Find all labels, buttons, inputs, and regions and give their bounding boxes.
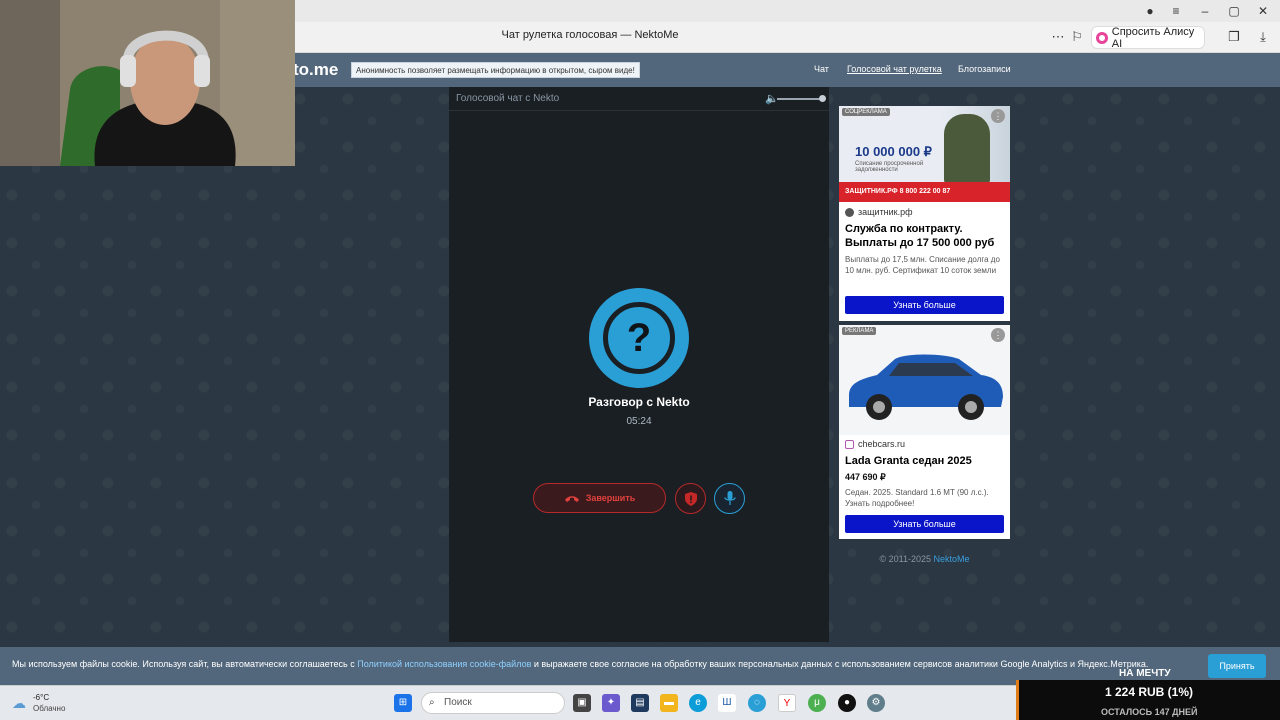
collections-icon[interactable]: ❐ bbox=[1225, 28, 1243, 46]
menu-icon[interactable]: ≡ bbox=[1167, 2, 1185, 20]
bookmark-icon[interactable]: ⚐ bbox=[1068, 28, 1086, 46]
ad-image-subtitle: Списание просроченной задолженности bbox=[855, 161, 924, 173]
report-button[interactable] bbox=[675, 483, 706, 514]
file-explorer-icon[interactable]: ▬ bbox=[660, 694, 678, 712]
taskbar-search-input[interactable]: ⌕ Поиск bbox=[421, 692, 565, 714]
microphone-icon bbox=[723, 491, 736, 505]
site-favicon-icon bbox=[845, 440, 854, 450]
obs-icon[interactable]: ● bbox=[838, 694, 856, 712]
alice-button[interactable]: Спросить Алису AI bbox=[1091, 25, 1205, 50]
voice-chat-panel: Голосовой чат с Nekto 🔈 ? Разговор с Nek… bbox=[449, 87, 829, 642]
edge-icon[interactable]: e bbox=[689, 694, 707, 712]
ad-card-lada[interactable]: РЕКЛАМА ⋮ chebcars.ru Lada Granta седан … bbox=[839, 325, 1010, 539]
close-icon[interactable]: ✕ bbox=[1254, 2, 1272, 20]
task-view-icon[interactable]: ▣ bbox=[573, 694, 591, 712]
yandex-browser-icon[interactable]: Y bbox=[778, 694, 796, 712]
microphone-button[interactable] bbox=[714, 483, 745, 514]
end-call-label: Завершить bbox=[585, 493, 636, 503]
alice-icon bbox=[1096, 31, 1108, 44]
maximize-icon[interactable]: ▢ bbox=[1225, 2, 1243, 20]
cookie-policy-link[interactable]: Политикой использования cookie-файлов bbox=[357, 659, 531, 669]
store-icon[interactable]: ▤ bbox=[631, 694, 649, 712]
more-icon[interactable]: ⋯ bbox=[1049, 28, 1067, 46]
cookie-text: Мы используем файлы cookie. Используя са… bbox=[12, 659, 1149, 669]
ad-image-footer: ЗАЩИТНИК.РФ 8 800 222 00 87 bbox=[839, 182, 1010, 202]
streamer-camera-image bbox=[0, 0, 295, 166]
site-logo[interactable]: to.me bbox=[293, 60, 338, 80]
cloud-icon[interactable]: ☁ bbox=[12, 695, 26, 712]
download-icon[interactable]: ⤓ bbox=[1254, 28, 1272, 46]
ad-domain: защитник.рф bbox=[845, 207, 913, 218]
tab-title[interactable]: Чат рулетка голосовая — NektoMe bbox=[470, 29, 710, 41]
ad-image[interactable]: СОЦРЕКЛАМА 10 000 000 ₽ Списание просроч… bbox=[839, 106, 1010, 202]
car-image bbox=[849, 354, 1003, 420]
ad-domain: chebcars.ru bbox=[845, 439, 905, 450]
weather-condition[interactable]: Облачно bbox=[33, 704, 65, 713]
end-call-button[interactable]: Завершить bbox=[533, 483, 666, 513]
volume-slider-handle[interactable] bbox=[819, 95, 826, 102]
site-favicon-icon bbox=[845, 208, 854, 218]
extension-icon[interactable]: ● bbox=[1141, 2, 1159, 20]
partner-avatar: ? bbox=[589, 288, 689, 388]
ad-tag: РЕКЛАМА bbox=[842, 327, 877, 335]
call-timer: 05:24 bbox=[626, 416, 652, 427]
panel-title: Голосовой чат с Nekto bbox=[456, 93, 560, 104]
shield-icon bbox=[684, 491, 697, 506]
ad-price: 447 690 ₽ bbox=[845, 472, 886, 482]
ad-learn-more-button[interactable]: Узнать больше bbox=[845, 296, 1004, 314]
ad-options-icon[interactable]: ⋮ bbox=[991, 328, 1005, 342]
nektome-link[interactable]: NektoMe bbox=[934, 554, 970, 564]
question-mark-icon: ? bbox=[603, 302, 675, 374]
ad-learn-more-button[interactable]: Узнать больше bbox=[845, 515, 1004, 533]
donation-goal-widget: НА МЕЧТУ 1 224 RUB (1%) ОСТАЛОСЬ 147 ДНЕ… bbox=[1016, 668, 1280, 720]
monitor-app-icon[interactable]: Ш bbox=[718, 694, 736, 712]
search-icon: ⌕ bbox=[429, 697, 435, 708]
ad-image-amount: 10 000 000 ₽ bbox=[855, 144, 932, 159]
ad-card-contract[interactable]: СОЦРЕКЛАМА 10 000 000 ₽ Списание просроч… bbox=[839, 106, 1010, 321]
ad-options-icon[interactable]: ⋮ bbox=[991, 109, 1005, 123]
teams-icon[interactable]: ✦ bbox=[602, 694, 620, 712]
chat-app-icon[interactable]: ◌ bbox=[748, 694, 766, 712]
webcam-overlay bbox=[0, 0, 295, 166]
alice-label: Спросить Алису AI bbox=[1111, 25, 1195, 50]
volume-slider[interactable] bbox=[777, 98, 823, 100]
anonymity-notice: Анонимность позволяет размещать информац… bbox=[351, 62, 640, 78]
hangup-icon bbox=[564, 495, 579, 502]
accept-cookies-button[interactable]: Принять bbox=[1208, 654, 1266, 678]
donation-goal-title: НА МЕЧТУ bbox=[1119, 668, 1171, 679]
torrent-icon[interactable]: μ bbox=[808, 694, 826, 712]
ad-headline[interactable]: Служба по контракту. Выплаты до 17 500 0… bbox=[845, 222, 1005, 250]
donation-remaining: ОСТАЛОСЬ 147 ДНЕЙ bbox=[1101, 707, 1198, 717]
windows-start-icon[interactable]: ⊞ bbox=[394, 694, 412, 712]
settings-gear-icon[interactable]: ⚙ bbox=[867, 694, 885, 712]
copyright: © 2011-2025 NektoMe bbox=[879, 554, 970, 564]
ad-body: Выплаты до 17,5 млн. Списание долга до 1… bbox=[845, 255, 1000, 275]
panel-header: Голосовой чат с Nekto 🔈 bbox=[449, 87, 829, 111]
ad-body: Седан. 2025. Standard 1.6 MT (90 л.с.). … bbox=[845, 488, 989, 508]
weather-temperature[interactable]: -6°C bbox=[33, 693, 49, 702]
ad-headline[interactable]: Lada Granta седан 2025 bbox=[845, 454, 1005, 468]
ad-tag: СОЦРЕКЛАМА bbox=[842, 108, 890, 116]
nav-voice-roulette[interactable]: Голосовой чат рулетка bbox=[847, 64, 942, 74]
ad-image[interactable]: РЕКЛАМА ⋮ bbox=[839, 325, 1010, 435]
conversation-name: Разговор с Nekto bbox=[588, 395, 690, 409]
nav-blog[interactable]: Блогозаписи bbox=[958, 64, 1011, 74]
nav-chat[interactable]: Чат bbox=[814, 64, 829, 74]
soldier-image bbox=[944, 114, 990, 184]
donation-amount: 1 224 RUB (1%) bbox=[1104, 685, 1194, 699]
minimize-icon[interactable]: – bbox=[1196, 2, 1214, 20]
